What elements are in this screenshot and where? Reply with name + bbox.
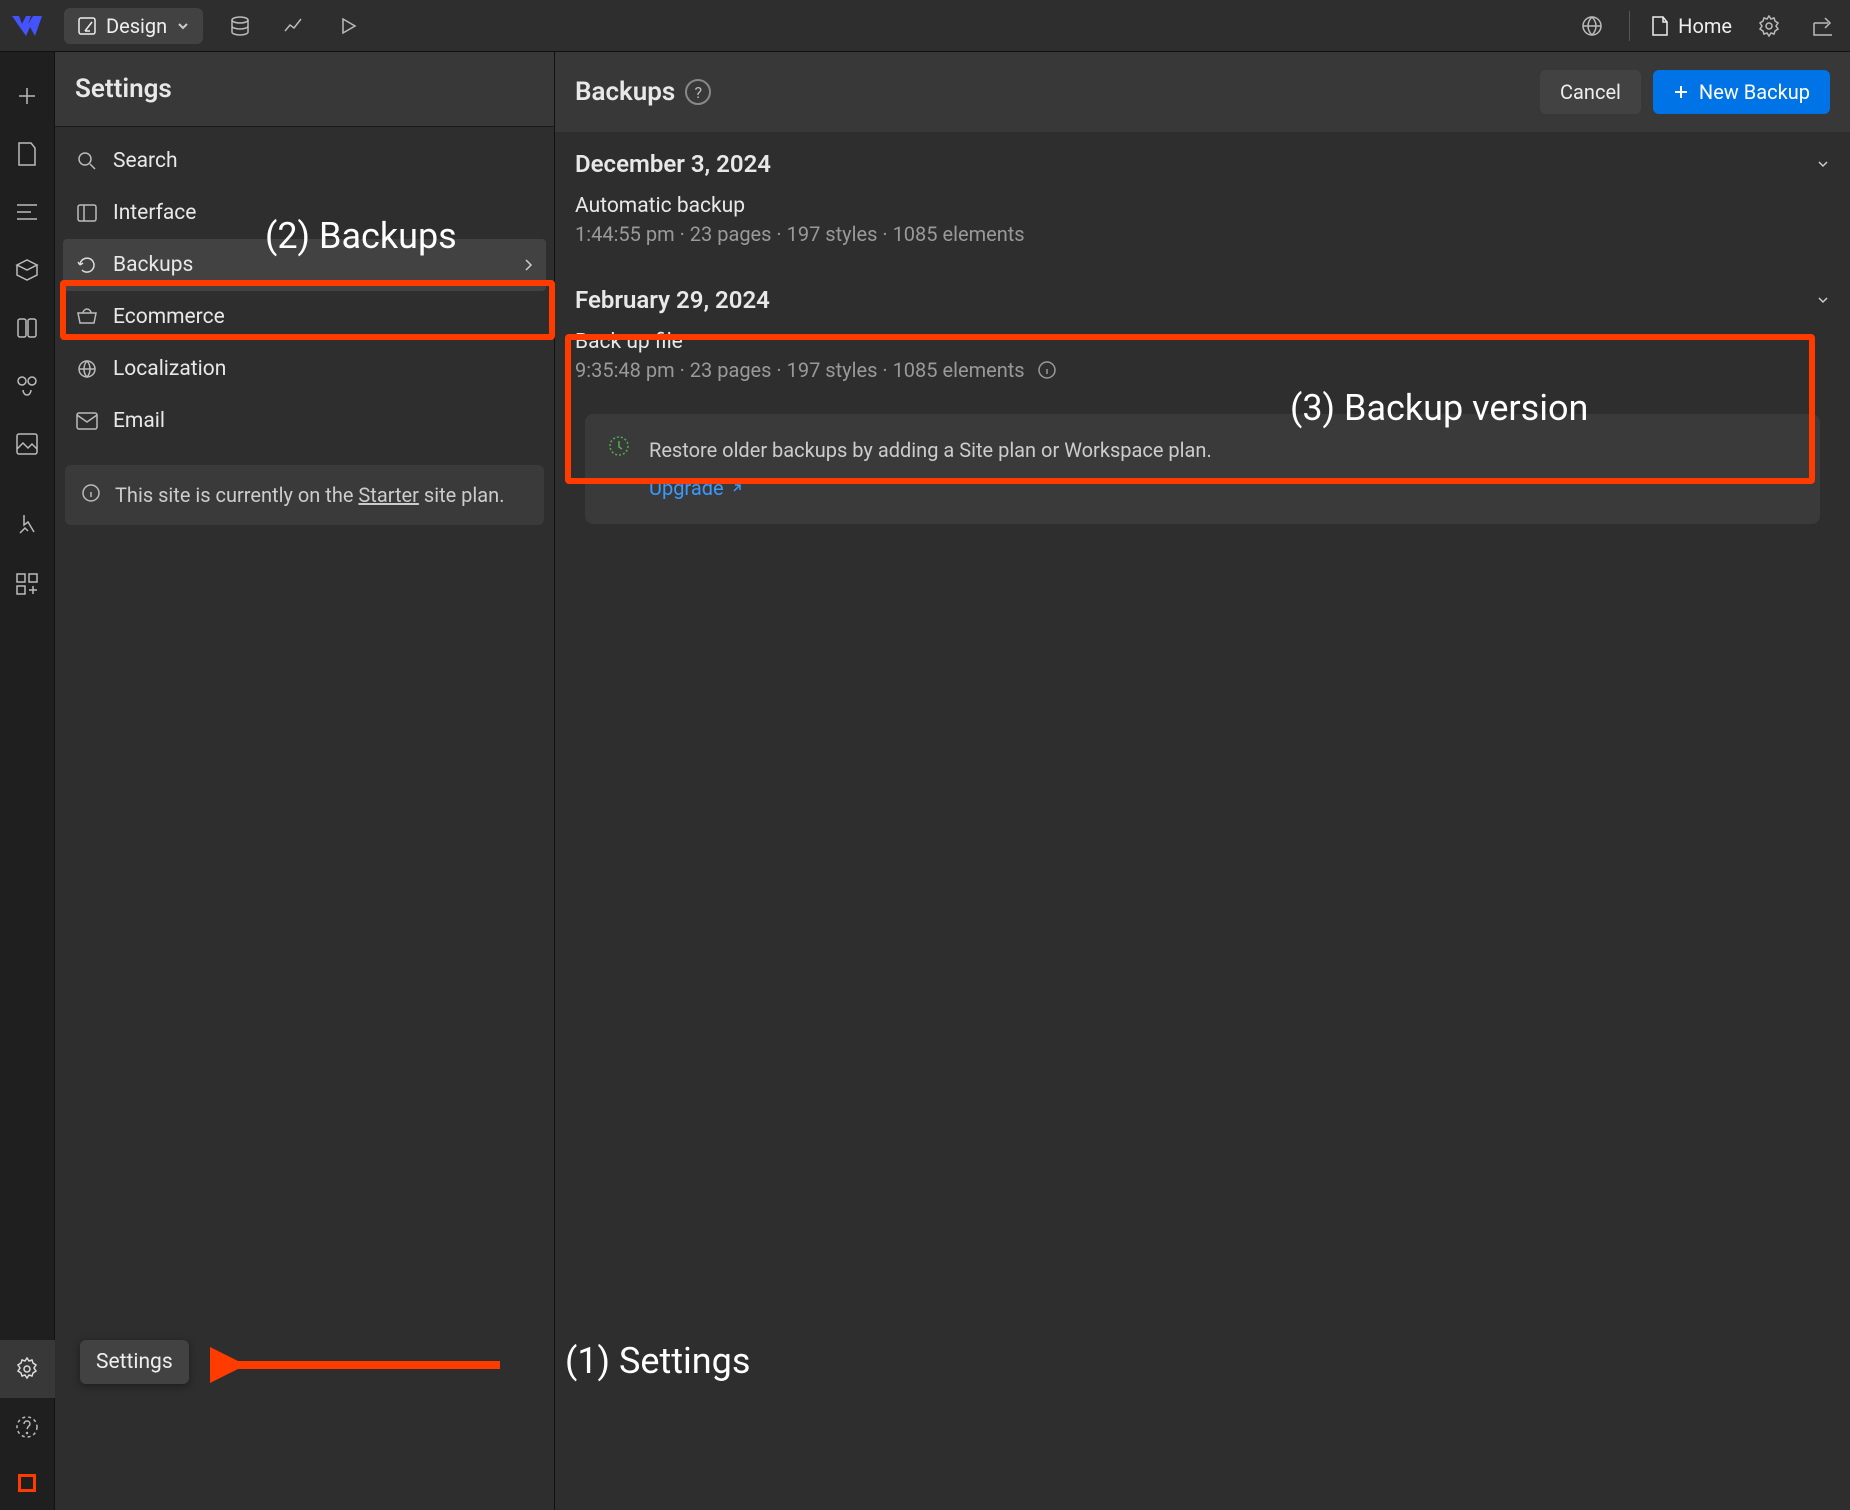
share-icon[interactable] — [1806, 9, 1840, 43]
settings-item-label: Interface — [113, 201, 196, 225]
webflow-logo-icon[interactable] — [10, 9, 44, 43]
status-indicator — [18, 1474, 36, 1492]
plan-link[interactable]: Starter — [358, 483, 419, 507]
backup-group[interactable]: February 29, 2024 Back up file 9:35:48 p… — [555, 268, 1850, 404]
settings-item-backups[interactable]: Backups — [63, 239, 546, 291]
left-rail — [0, 52, 55, 1510]
backup-date: December 3, 2024 — [575, 150, 771, 178]
upgrade-link[interactable]: Upgrade — [649, 472, 744, 504]
interface-icon — [75, 201, 99, 225]
settings-item-label: Localization — [113, 357, 226, 381]
chevron-right-icon — [522, 258, 534, 272]
main-content: Backups ? Cancel New Backup December 3, … — [555, 52, 1850, 1510]
settings-tooltip: Settings — [80, 1340, 189, 1384]
style-icon[interactable] — [0, 357, 55, 415]
help-circle-icon[interactable]: ? — [685, 79, 711, 105]
main-header: Backups ? Cancel New Backup — [555, 52, 1850, 132]
globe-icon[interactable] — [1575, 9, 1609, 43]
cancel-button[interactable]: Cancel — [1540, 70, 1641, 114]
variables-icon[interactable] — [0, 299, 55, 357]
upgrade-notice: Restore older backups by adding a Site p… — [585, 414, 1820, 524]
backup-icon — [75, 253, 99, 277]
top-bar: Design Home — [0, 0, 1850, 52]
restore-icon — [607, 434, 631, 458]
upgrade-text: Restore older backups by adding a Site p… — [649, 434, 1212, 466]
plan-notice: This site is currently on the Starter si… — [65, 465, 544, 525]
chevron-down-icon[interactable] — [1816, 293, 1830, 307]
new-backup-button[interactable]: New Backup — [1653, 70, 1830, 114]
gear-icon[interactable] — [1752, 9, 1786, 43]
settings-item-interface[interactable]: Interface — [63, 187, 546, 239]
design-mode-label: Design — [106, 14, 167, 38]
backup-meta: 9:35:48 pm · 23 pages · 197 styles · 108… — [575, 358, 1830, 382]
plan-notice-text: This site is currently on the Starter si… — [115, 481, 504, 509]
info-icon — [79, 481, 103, 505]
search-icon — [75, 149, 99, 173]
apps-icon[interactable] — [0, 555, 55, 613]
settings-title: Settings — [55, 52, 554, 127]
home-link[interactable]: Home — [1650, 14, 1732, 38]
settings-item-search[interactable]: Search — [63, 135, 546, 187]
analytics-icon[interactable] — [277, 9, 311, 43]
settings-item-label: Email — [113, 409, 165, 433]
ecommerce-icon — [75, 305, 99, 329]
navigator-icon[interactable] — [0, 183, 55, 241]
settings-item-label: Backups — [113, 253, 193, 277]
new-backup-label: New Backup — [1699, 80, 1810, 104]
components-icon[interactable] — [0, 241, 55, 299]
settings-item-label: Search — [113, 149, 178, 173]
pages-icon[interactable] — [0, 125, 55, 183]
backup-name: Back up file — [575, 330, 1830, 354]
settings-rail-icon[interactable] — [0, 1340, 55, 1398]
backup-row[interactable]: Automatic backup 1:44:55 pm · 23 pages ·… — [575, 194, 1830, 246]
backup-row[interactable]: Back up file 9:35:48 pm · 23 pages · 197… — [575, 330, 1830, 382]
backup-group[interactable]: December 3, 2024 Automatic backup 1:44:5… — [555, 132, 1850, 268]
home-label: Home — [1678, 14, 1732, 38]
help-icon[interactable] — [0, 1398, 55, 1456]
assets-icon[interactable] — [0, 415, 55, 473]
email-icon — [75, 409, 99, 433]
play-icon[interactable] — [331, 9, 365, 43]
page-title: Backups — [575, 77, 675, 107]
interactions-icon[interactable] — [0, 497, 55, 555]
settings-item-email[interactable]: Email — [63, 395, 546, 447]
settings-item-label: Ecommerce — [113, 305, 225, 329]
info-icon[interactable] — [1035, 358, 1059, 382]
backup-meta: 1:44:55 pm · 23 pages · 197 styles · 108… — [575, 222, 1830, 246]
divider — [1629, 11, 1630, 41]
cms-icon[interactable] — [223, 9, 257, 43]
settings-item-ecommerce[interactable]: Ecommerce — [63, 291, 546, 343]
settings-panel: Settings Search Interface Backups Ecomme… — [55, 52, 555, 1510]
backup-date: February 29, 2024 — [575, 286, 770, 314]
add-icon[interactable] — [0, 67, 55, 125]
chevron-down-icon[interactable] — [1816, 157, 1830, 171]
settings-item-localization[interactable]: Localization — [63, 343, 546, 395]
backup-name: Automatic backup — [575, 194, 1830, 218]
design-mode-button[interactable]: Design — [64, 8, 203, 44]
globe-icon — [75, 357, 99, 381]
